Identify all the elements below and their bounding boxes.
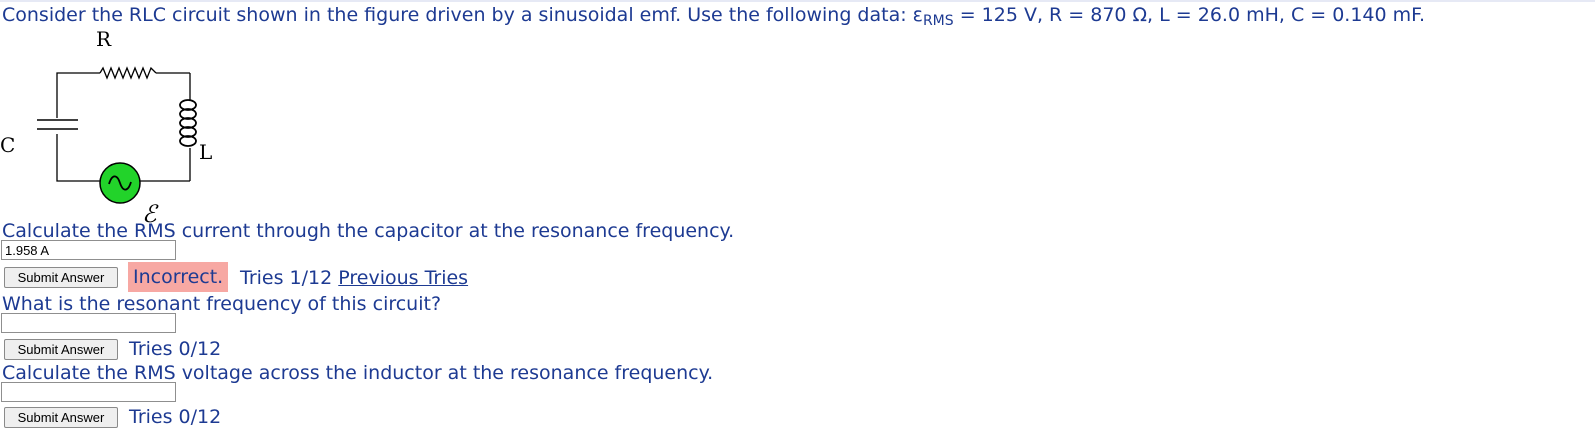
question-1-answer-input[interactable]	[1, 240, 176, 260]
inductor-symbol	[179, 99, 197, 147]
question-1-tries: Tries 1/12	[240, 267, 333, 289]
question-2-tries: Tries 0/12	[129, 338, 222, 360]
label-r: R	[96, 28, 112, 51]
intro-text-before: Consider the RLC circuit shown in the fi…	[2, 4, 923, 26]
rms-subscript: RMS	[922, 13, 954, 29]
question-1-status-badge: Incorrect.	[128, 262, 229, 292]
question-3-text: Calculate the RMS voltage across the ind…	[2, 362, 714, 384]
resistor-symbol	[99, 66, 157, 80]
question-2-text: What is the resonant frequency of this c…	[2, 293, 442, 315]
intro-text-after: = 125 V, R = 870 Ω, L = 26.0 mH, C = 0.1…	[953, 4, 1426, 26]
question-3-tries: Tries 0/12	[129, 406, 222, 428]
label-l: L	[199, 140, 212, 164]
previous-tries-link[interactable]: Previous Tries	[338, 267, 468, 289]
question-1-submit-button[interactable]: Submit Answer	[4, 267, 118, 288]
question-3-submit-button[interactable]: Submit Answer	[4, 407, 118, 428]
question-2-submit-button[interactable]: Submit Answer	[4, 339, 118, 360]
question-1-tries-info: Tries 1/12 Previous Tries	[240, 266, 468, 290]
problem-statement: Consider the RLC circuit shown in the fi…	[2, 3, 1425, 29]
question-2-answer-input[interactable]	[1, 313, 176, 333]
question-3-answer-input[interactable]	[1, 382, 176, 402]
label-c: C	[0, 133, 15, 157]
question-1-text: Calculate the RMS current through the ca…	[2, 220, 735, 242]
rlc-circuit-figure: R C L ℰ	[0, 28, 212, 228]
top-divider	[0, 0, 1595, 2]
